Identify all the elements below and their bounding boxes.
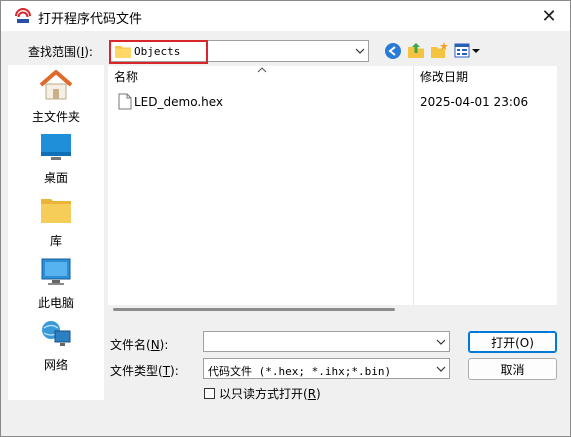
file-name: LED_demo.hex — [134, 95, 224, 109]
place-computer[interactable]: 此电脑 — [8, 257, 104, 311]
filetype-label-tail: ): — [170, 364, 179, 378]
back-icon[interactable] — [384, 42, 402, 60]
title-bar[interactable]: 打开程序代码文件 ✕ — [1, 1, 570, 31]
filetype-label-text: 文件类型( — [110, 364, 163, 378]
file-list[interactable]: 名称 修改日期 LED_demo.hex 2025-04-01 23:06 — [108, 66, 557, 305]
desktop-icon — [41, 134, 71, 160]
filetype-accel: T — [162, 364, 171, 378]
computer-icon — [41, 258, 71, 285]
file-icon — [118, 93, 132, 110]
readonly-checkbox[interactable] — [204, 387, 215, 399]
readonly-option[interactable]: 以只读方式打开(R) — [204, 385, 321, 401]
column-header-name[interactable]: 名称 — [114, 66, 138, 88]
window-title: 打开程序代码文件 — [38, 12, 143, 27]
lookin-label-tail: ): — [84, 45, 93, 59]
readonly-label-text: 以只读方式打开( — [219, 386, 308, 401]
new-folder-icon[interactable] — [430, 41, 448, 59]
place-desktop[interactable]: 桌面 — [8, 132, 104, 186]
column-header-modified[interactable]: 修改日期 — [420, 66, 468, 88]
highlight-box — [109, 40, 208, 64]
lookin-label-text: 查找范围( — [28, 45, 81, 59]
readonly-label-tail: ) — [316, 386, 321, 401]
chevron-down-icon — [355, 48, 365, 54]
filename-accel: N — [150, 338, 160, 352]
place-label: 网络 — [43, 358, 68, 372]
library-icon — [41, 199, 71, 223]
cancel-button[interactable]: 取消 — [468, 358, 557, 380]
place-label: 此电脑 — [37, 296, 74, 310]
up-folder-icon[interactable] — [407, 41, 425, 59]
filetype-value: 代码文件 (*.hex; *.ihx;*.bin) — [208, 365, 392, 378]
places-bar: 主文件夹 桌面 库 此电脑 网络 — [8, 65, 104, 400]
filetype-label: 文件类型(T): — [110, 362, 179, 379]
app-icon — [15, 8, 31, 23]
readonly-accel: R — [307, 386, 317, 401]
close-icon: ✕ — [541, 5, 557, 27]
sort-up-icon — [257, 67, 267, 73]
readonly-label: 以只读方式打开(R) — [219, 385, 321, 402]
place-home[interactable]: 主文件夹 — [8, 69, 104, 125]
filetype-select[interactable]: 代码文件 (*.hex; *.ihx;*.bin) — [203, 358, 450, 379]
place-network[interactable]: 网络 — [8, 319, 104, 373]
table-row[interactable]: LED_demo.hex 2025-04-01 23:06 — [108, 91, 557, 113]
filename-combo[interactable] — [203, 331, 450, 352]
close-button[interactable]: ✕ — [533, 4, 565, 28]
lookin-label: 查找范围(I): — [28, 43, 93, 60]
place-label: 主文件夹 — [31, 110, 80, 124]
chevron-down-icon[interactable] — [436, 364, 446, 374]
place-label: 桌面 — [43, 171, 68, 185]
filename-label: 文件名(N): — [110, 336, 168, 353]
filename-label-tail: ): — [159, 338, 169, 352]
open-file-dialog: 打开程序代码文件 ✕ 查找范围(I): Objects 主文件夹 桌面 库 此电… — [0, 0, 571, 437]
place-library[interactable]: 库 — [8, 195, 104, 249]
open-button[interactable]: 打开(O) — [468, 331, 557, 353]
view-menu-icon[interactable] — [454, 43, 480, 59]
network-icon — [42, 321, 71, 346]
file-modified: 2025-04-01 23:06 — [420, 95, 529, 109]
chevron-down-icon[interactable] — [436, 337, 446, 347]
place-label: 库 — [49, 234, 62, 248]
scrollbar-thumb[interactable] — [113, 308, 395, 311]
home-icon — [39, 70, 73, 100]
filename-label-text: 文件名( — [110, 338, 151, 352]
